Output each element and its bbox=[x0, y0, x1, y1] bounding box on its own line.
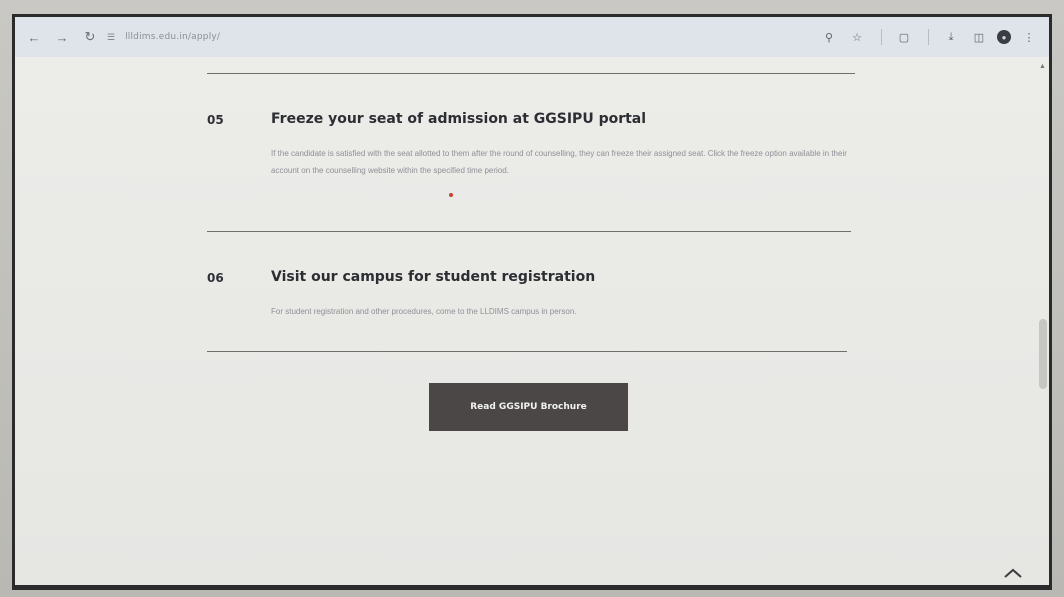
url-text: llldims.edu.in/apply/ bbox=[125, 32, 221, 42]
arrow-left-icon[interactable]: ← bbox=[23, 26, 45, 48]
cursor-dot bbox=[449, 193, 453, 197]
address-bar[interactable]: ☰ llldims.edu.in/apply/ bbox=[107, 25, 220, 49]
more-vertical-icon[interactable]: ⋮ bbox=[1019, 27, 1039, 47]
zoom-icon[interactable]: ⚲ bbox=[819, 27, 839, 47]
arrow-right-icon[interactable]: → bbox=[51, 26, 73, 48]
browser-actions: ⚲ ☆ ▢ ⤓ ◫ ● ⋮ bbox=[811, 27, 1039, 47]
puzzle-icon[interactable]: ▢ bbox=[894, 27, 914, 47]
monitor-bezel: ← → ↻ ☰ llldims.edu.in/apply/ ⚲ ☆ ▢ ⤓ ◫ … bbox=[0, 0, 1064, 597]
sidebar-icon[interactable]: ◫ bbox=[969, 27, 989, 47]
site-info-icon[interactable]: ☰ bbox=[107, 32, 115, 43]
page-content: 05 Freeze your seat of admission at GGSI… bbox=[15, 57, 1049, 585]
star-icon[interactable]: ☆ bbox=[847, 27, 867, 47]
step-number: 06 bbox=[207, 271, 224, 285]
section-divider bbox=[207, 231, 851, 232]
toolbar-separator bbox=[928, 29, 929, 45]
section-divider bbox=[207, 351, 847, 352]
step-number: 05 bbox=[207, 113, 224, 127]
back-to-top-button[interactable] bbox=[1001, 564, 1025, 582]
step-description: If the candidate is satisfied with the s… bbox=[271, 149, 847, 175]
step-description: For student registration and other proce… bbox=[271, 307, 577, 316]
section-divider bbox=[207, 73, 855, 74]
scrollbar-thumb[interactable] bbox=[1039, 319, 1047, 389]
step-title: Visit our campus for student registratio… bbox=[271, 269, 596, 285]
download-icon[interactable]: ⤓ bbox=[941, 27, 961, 47]
profile-icon[interactable]: ● bbox=[997, 30, 1011, 44]
browser-toolbar: ← → ↻ ☰ llldims.edu.in/apply/ ⚲ ☆ ▢ ⤓ ◫ … bbox=[15, 17, 1049, 57]
scroll-up-icon[interactable]: ▲ bbox=[1039, 63, 1046, 70]
scrollbar[interactable]: ▲ bbox=[1038, 63, 1047, 583]
step-title: Freeze your seat of admission at GGSIPU … bbox=[271, 111, 647, 127]
step-05: 05 Freeze your seat of admission at GGSI… bbox=[207, 111, 857, 223]
toolbar-separator bbox=[881, 29, 882, 45]
chevron-up-icon bbox=[1004, 568, 1022, 578]
read-brochure-button[interactable]: Read GGSIPU Brochure bbox=[429, 383, 628, 431]
step-06: 06 Visit our campus for student registra… bbox=[207, 269, 857, 341]
reload-icon[interactable]: ↻ bbox=[79, 26, 101, 48]
screen: ← → ↻ ☰ llldims.edu.in/apply/ ⚲ ☆ ▢ ⤓ ◫ … bbox=[12, 14, 1052, 590]
